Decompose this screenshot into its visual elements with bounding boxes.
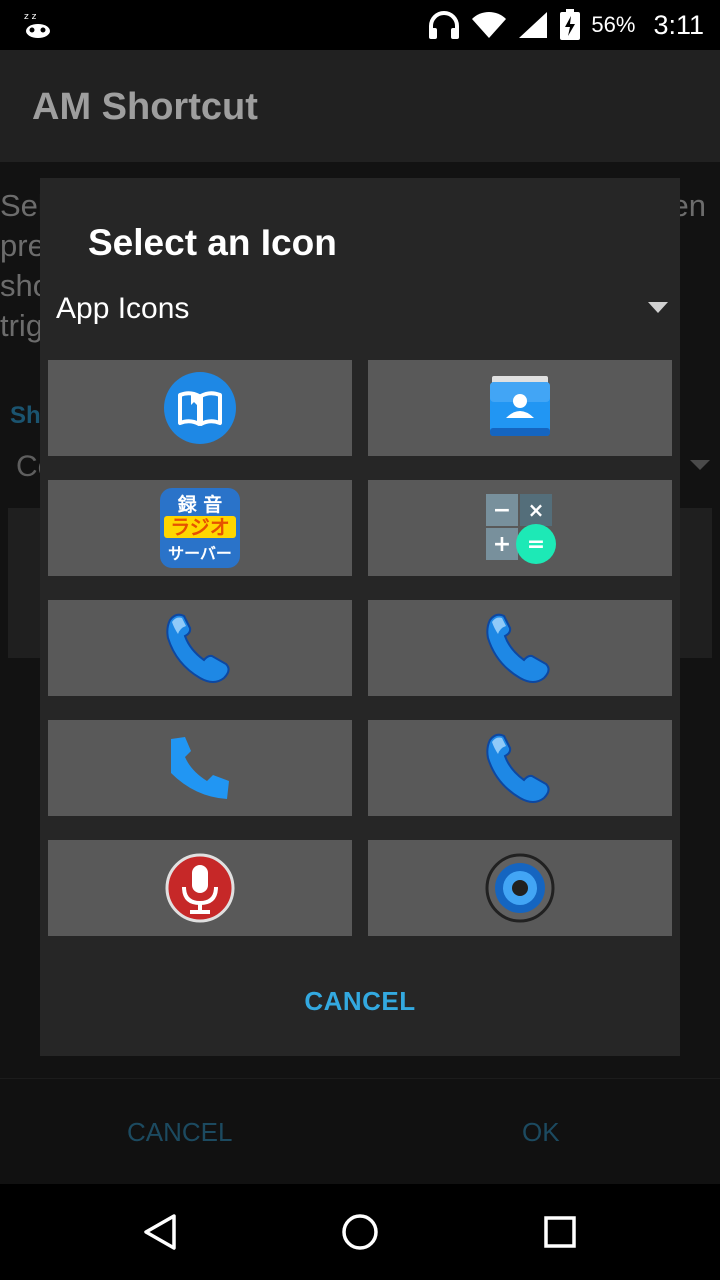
icon-option[interactable] xyxy=(48,360,352,456)
icon-option[interactable]: − × + = xyxy=(368,480,672,576)
icon-category-spinner[interactable]: App Icons xyxy=(40,278,680,342)
calculator-app-icon: − × + = xyxy=(486,494,556,564)
phone-flat-icon xyxy=(171,737,229,799)
status-bar: z z 56% 3:11 xyxy=(0,0,720,50)
wifi-icon xyxy=(472,11,507,38)
icon-option[interactable] xyxy=(368,600,672,696)
home-button[interactable] xyxy=(334,1206,386,1258)
contacts-app-icon xyxy=(490,376,550,436)
microphone-icon xyxy=(165,853,235,923)
select-icon-dialog: Select an Icon App Icons 録 音 ラジオ サーバー − … xyxy=(40,178,680,1056)
description-line: Sel xyxy=(0,188,45,223)
svg-text:z z: z z xyxy=(24,12,37,22)
icon-option[interactable]: 録 音 ラジオ サーバー xyxy=(48,480,352,576)
description-line: pre xyxy=(0,228,45,263)
battery-percent: 56% xyxy=(591,12,636,37)
minus-key: − xyxy=(493,498,511,523)
times-key: × xyxy=(528,498,545,522)
back-icon xyxy=(144,1214,176,1250)
section-label: Sh xyxy=(10,402,41,429)
phone-glossy-icon xyxy=(166,613,230,683)
icon-option[interactable] xyxy=(48,600,352,696)
recents-button[interactable] xyxy=(534,1206,586,1258)
icon-option[interactable] xyxy=(48,720,352,816)
icon-option[interactable] xyxy=(48,840,352,936)
headphones-icon xyxy=(429,11,460,39)
dropdown-arrow-icon xyxy=(648,302,668,313)
speaker-icon xyxy=(485,853,555,923)
icon-option[interactable] xyxy=(368,840,672,936)
dialog-cancel-button[interactable]: CANCEL xyxy=(40,986,680,1017)
clock: 3:11 xyxy=(653,9,704,40)
phone-glossy-icon xyxy=(486,733,550,803)
dialog-title: Select an Icon xyxy=(88,222,337,263)
icon-category-value: App Icons xyxy=(56,292,190,325)
radio-icon-line2: ラジオ xyxy=(170,515,230,539)
phone-glossy-icon xyxy=(486,613,550,683)
plus-key: + xyxy=(493,532,511,557)
dropdown-arrow-icon xyxy=(690,460,710,470)
navigation-bar xyxy=(0,1184,720,1280)
equals-key: = xyxy=(527,532,545,557)
app-title: AM Shortcut xyxy=(32,86,258,128)
radio-app-icon: 録 音 ラジオ サーバー xyxy=(160,488,240,568)
signal-icon xyxy=(519,12,548,38)
recents-icon xyxy=(544,1216,576,1248)
icon-option[interactable] xyxy=(368,720,672,816)
footer-cancel-button[interactable]: CANCEL xyxy=(127,1117,232,1148)
description-line: trig xyxy=(0,308,44,343)
back-button[interactable] xyxy=(134,1206,186,1258)
notification-app-icon: z z xyxy=(24,12,50,38)
app-bar: AM Shortcut xyxy=(0,50,720,162)
radio-icon-line1: 録 音 xyxy=(178,493,223,516)
icon-option[interactable] xyxy=(368,360,672,456)
home-icon xyxy=(342,1214,378,1250)
book-app-icon xyxy=(164,372,236,444)
footer-ok-button[interactable]: OK xyxy=(522,1117,560,1148)
radio-icon-line3: サーバー xyxy=(168,544,232,563)
battery-charging-icon xyxy=(560,9,581,40)
footer-bar: CANCEL OK xyxy=(0,1078,720,1185)
